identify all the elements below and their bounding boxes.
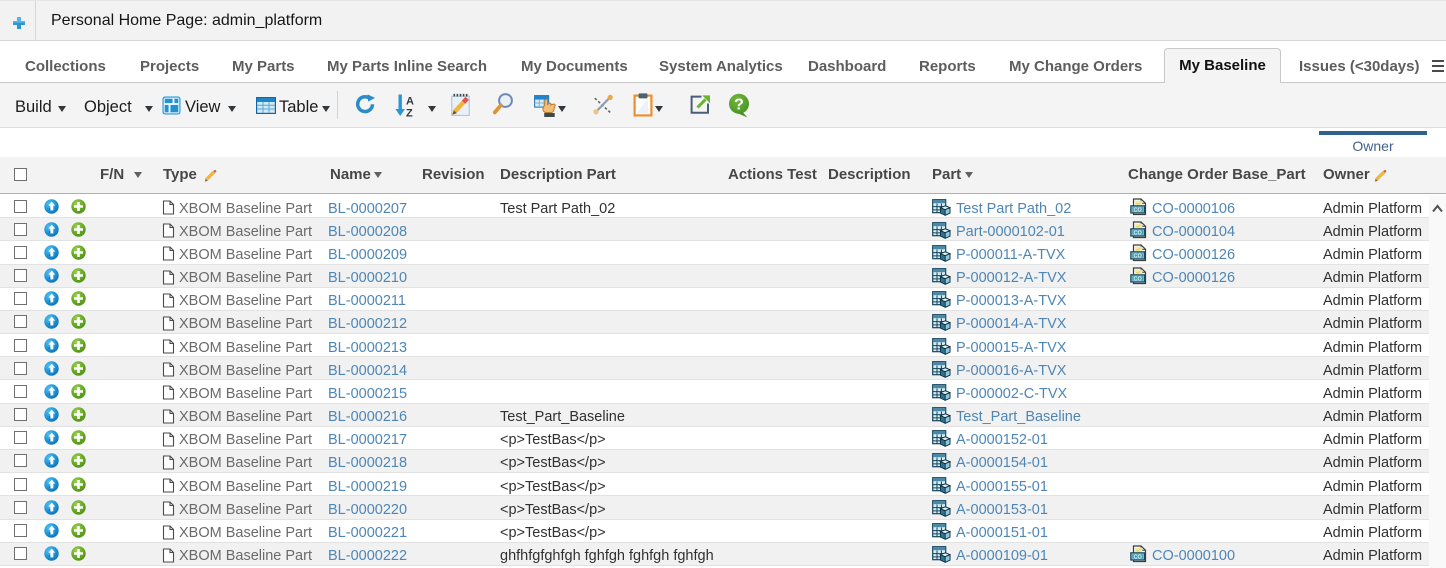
svg-text:Z: Z bbox=[406, 108, 413, 119]
svg-text:?: ? bbox=[734, 97, 744, 114]
svg-text:CO: CO bbox=[1134, 230, 1143, 236]
svg-text:CO: CO bbox=[1134, 207, 1143, 213]
svg-text:CO: CO bbox=[1134, 276, 1143, 282]
svg-text:CO: CO bbox=[1134, 554, 1143, 560]
svg-text:CO: CO bbox=[1134, 253, 1143, 259]
svg-text:A: A bbox=[406, 96, 414, 108]
